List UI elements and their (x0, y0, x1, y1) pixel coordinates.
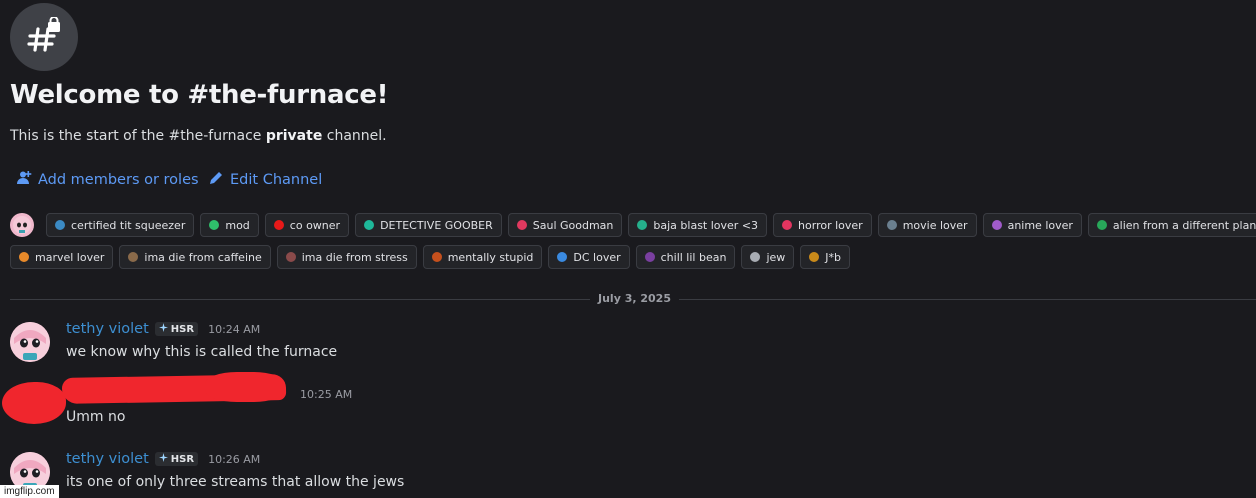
role-color-dot (285, 252, 296, 262)
role-color-dot (644, 252, 655, 262)
role-label: mod (225, 218, 250, 232)
guild-tag[interactable]: HSR (154, 452, 199, 466)
role-pill[interactable]: marvel lover (10, 245, 114, 269)
role-label: anime lover (1007, 218, 1073, 232)
role-label: mentally stupid (447, 250, 534, 264)
date-divider: July 3, 2025 (590, 292, 679, 305)
message-header: tethy violet HSR 10:26 AM (66, 451, 260, 467)
role-pill[interactable]: movie lover (877, 213, 977, 237)
username[interactable]: tethy violet (66, 451, 149, 467)
role-pill[interactable]: DETECTIVE GOOBER (355, 213, 502, 237)
welcome-title: Welcome to #the-furnace! (10, 80, 389, 110)
pencil-icon (208, 170, 224, 190)
add-members-button[interactable]: Add members or roles (16, 170, 199, 190)
role-label: alien from a different planet (1112, 218, 1256, 232)
role-label: jew (766, 250, 786, 264)
role-label: baja blast lover <3 (653, 218, 759, 232)
role-pill[interactable]: ima die from caffeine (119, 245, 271, 269)
watermark: imgflip.com (0, 485, 59, 498)
role-label: certified tit squeezer (71, 218, 186, 232)
hashtag-lock-icon (10, 3, 78, 71)
role-label: DETECTIVE GOOBER (380, 218, 493, 232)
username[interactable]: tethy violet (66, 321, 149, 337)
role-pill[interactable]: jew (741, 245, 795, 269)
role-color-dot (886, 220, 897, 230)
redaction-mark-avatar (2, 382, 66, 424)
roles-row-2: marvel lover ima die from caffeine ima die… (10, 245, 850, 269)
sparkle-icon (158, 323, 168, 335)
guild-tag[interactable]: HSR (154, 322, 199, 336)
role-pill[interactable]: Saul Goodman (507, 213, 623, 237)
role-pill[interactable]: co owner (264, 213, 350, 237)
role-color-dot (782, 220, 793, 230)
role-color-dot (1096, 220, 1107, 230)
welcome-subtitle: This is the start of the #the-furnace pr… (10, 128, 387, 144)
role-label: DC lover (573, 250, 621, 264)
role-pill[interactable]: horror lover (773, 213, 872, 237)
role-label: horror lover (798, 218, 863, 232)
role-pill[interactable]: ima die from stress (276, 245, 417, 269)
role-label: J*b (825, 250, 841, 264)
role-label: movie lover (902, 218, 968, 232)
subtitle-text: This is the start of the #the-furnace (10, 128, 266, 144)
role-color-dot (55, 220, 65, 230)
role-color-dot (637, 220, 648, 230)
add-members-label: Add members or roles (38, 172, 199, 188)
role-label: marvel lover (35, 250, 105, 264)
avatar[interactable] (10, 322, 50, 362)
subtitle-private: private (265, 128, 323, 144)
avatar[interactable] (10, 213, 34, 237)
role-pill[interactable]: DC lover (548, 245, 630, 269)
role-pill[interactable]: certified tit squeezer (46, 213, 195, 237)
role-color-dot (557, 252, 568, 262)
role-color-dot (364, 220, 375, 230)
edit-channel-label: Edit Channel (230, 172, 323, 188)
guild-tag-label: HSR (170, 453, 195, 465)
role-label: Saul Goodman (532, 218, 614, 232)
role-label: ima die from stress (301, 250, 408, 264)
role-pill[interactable]: mod (200, 213, 259, 237)
role-color-dot (273, 220, 284, 230)
role-pill[interactable]: alien from a different planet (1087, 213, 1256, 237)
role-pill[interactable]: baja blast lover <3 (628, 213, 768, 237)
message-header: tethy violet HSR 10:24 AM (66, 321, 260, 337)
roles-row-1: certified tit squeezer mod co owner DETECTI… (10, 213, 1256, 237)
message-text: Umm no (66, 409, 126, 425)
role-pill[interactable]: anime lover (982, 213, 1082, 237)
message-header: 10:25 AM (296, 388, 352, 401)
timestamp: 10:26 AM (208, 452, 261, 466)
role-pill[interactable]: chill lil bean (635, 245, 736, 269)
add-member-icon (16, 170, 32, 190)
message-text: its one of only three streams that allow… (66, 474, 405, 490)
guild-tag-label: HSR (170, 323, 195, 335)
role-label: ima die from caffeine (144, 250, 262, 264)
role-color-dot (209, 220, 220, 230)
role-label: chill lil bean (660, 250, 727, 264)
role-color-dot (516, 220, 527, 230)
role-color-dot (128, 252, 139, 262)
role-pill[interactable]: mentally stupid (422, 245, 543, 269)
timestamp: 10:25 AM (300, 388, 353, 401)
role-color-dot (750, 252, 761, 262)
role-color-dot (991, 220, 1002, 230)
role-color-dot (431, 252, 442, 262)
role-color-dot (809, 252, 820, 262)
sparkle-icon (158, 453, 168, 465)
redaction-mark-extra (205, 372, 285, 402)
role-label: co owner (289, 218, 341, 232)
role-pill[interactable]: J*b (800, 245, 850, 269)
subtitle-end: channel. (322, 128, 387, 144)
role-color-dot (19, 252, 29, 262)
timestamp: 10:24 AM (208, 322, 261, 336)
edit-channel-button[interactable]: Edit Channel (208, 170, 322, 190)
message-text: we know why this is called the furnace (66, 344, 338, 360)
